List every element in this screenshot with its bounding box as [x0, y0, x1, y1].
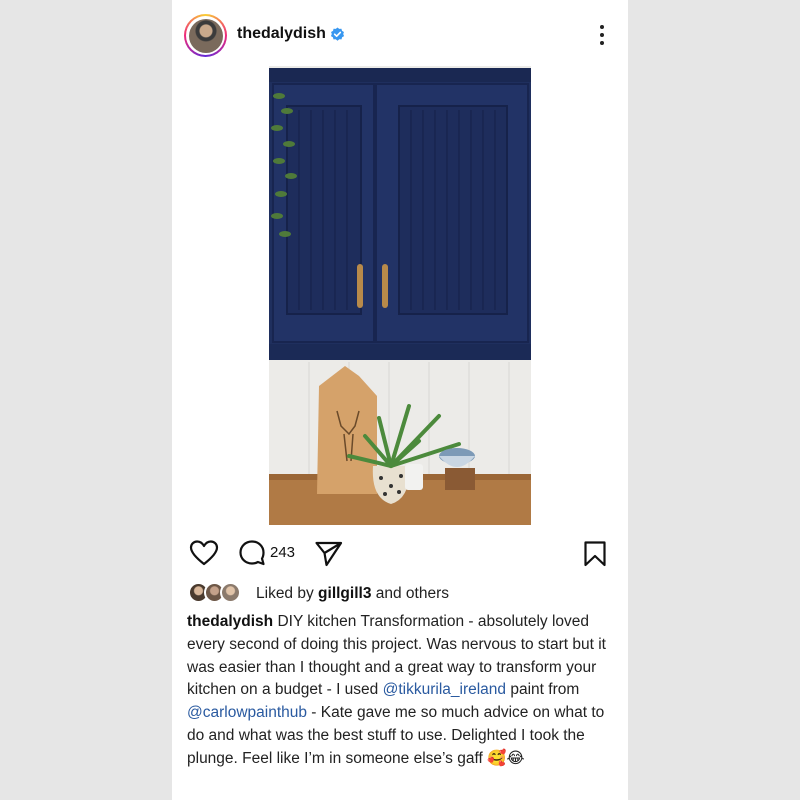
post-username[interactable]: thedalydish [237, 25, 326, 43]
liked-by-text: Liked by gillgill3 and others [256, 585, 449, 603]
cabinet-top-trim [269, 68, 531, 82]
door-handle-right [382, 264, 388, 308]
comment-icon[interactable] [238, 539, 266, 567]
instagram-post: thedalydish 243 Liked by gillgill3 and o… [172, 0, 628, 800]
caption-text-2: paint from [506, 681, 580, 699]
bookmark-icon[interactable] [582, 540, 608, 568]
door-panel-right [398, 105, 508, 315]
send-icon[interactable] [314, 540, 344, 568]
caption-username[interactable]: thedalydish [187, 613, 273, 630]
post-caption: thedalydish DIY kitchen Transformation -… [187, 611, 617, 771]
wooden-stand [445, 468, 475, 490]
white-pot [405, 464, 423, 490]
door-handle-left [357, 264, 363, 308]
liked-by-suffix[interactable]: and others [371, 585, 449, 602]
more-vertical-icon[interactable] [592, 22, 612, 48]
likes-row[interactable]: Liked by gillgill3 and others [188, 580, 618, 606]
dot [600, 33, 604, 37]
post-photo[interactable] [269, 66, 531, 525]
door-panel-left [286, 105, 362, 315]
dot [600, 41, 604, 45]
liked-by-prefix: Liked by [256, 585, 319, 602]
liker-avatar [220, 582, 241, 603]
liked-by-user[interactable]: gillgill3 [318, 585, 371, 602]
heart-icon[interactable] [189, 539, 219, 567]
mention-link[interactable]: @tikkurila_ireland [383, 681, 506, 698]
avatar-image [188, 18, 223, 53]
dot [600, 25, 604, 29]
avatar-border [186, 16, 225, 55]
mention-link[interactable]: @carlowpainthub [187, 704, 307, 721]
comment-count[interactable]: 243 [270, 544, 295, 561]
profile-avatar[interactable] [184, 14, 227, 57]
post-header: thedalydish [172, 0, 628, 70]
cabinet-bottom-rail [269, 344, 531, 360]
action-bar: 243 [172, 535, 628, 571]
verified-badge-icon [330, 27, 345, 41]
